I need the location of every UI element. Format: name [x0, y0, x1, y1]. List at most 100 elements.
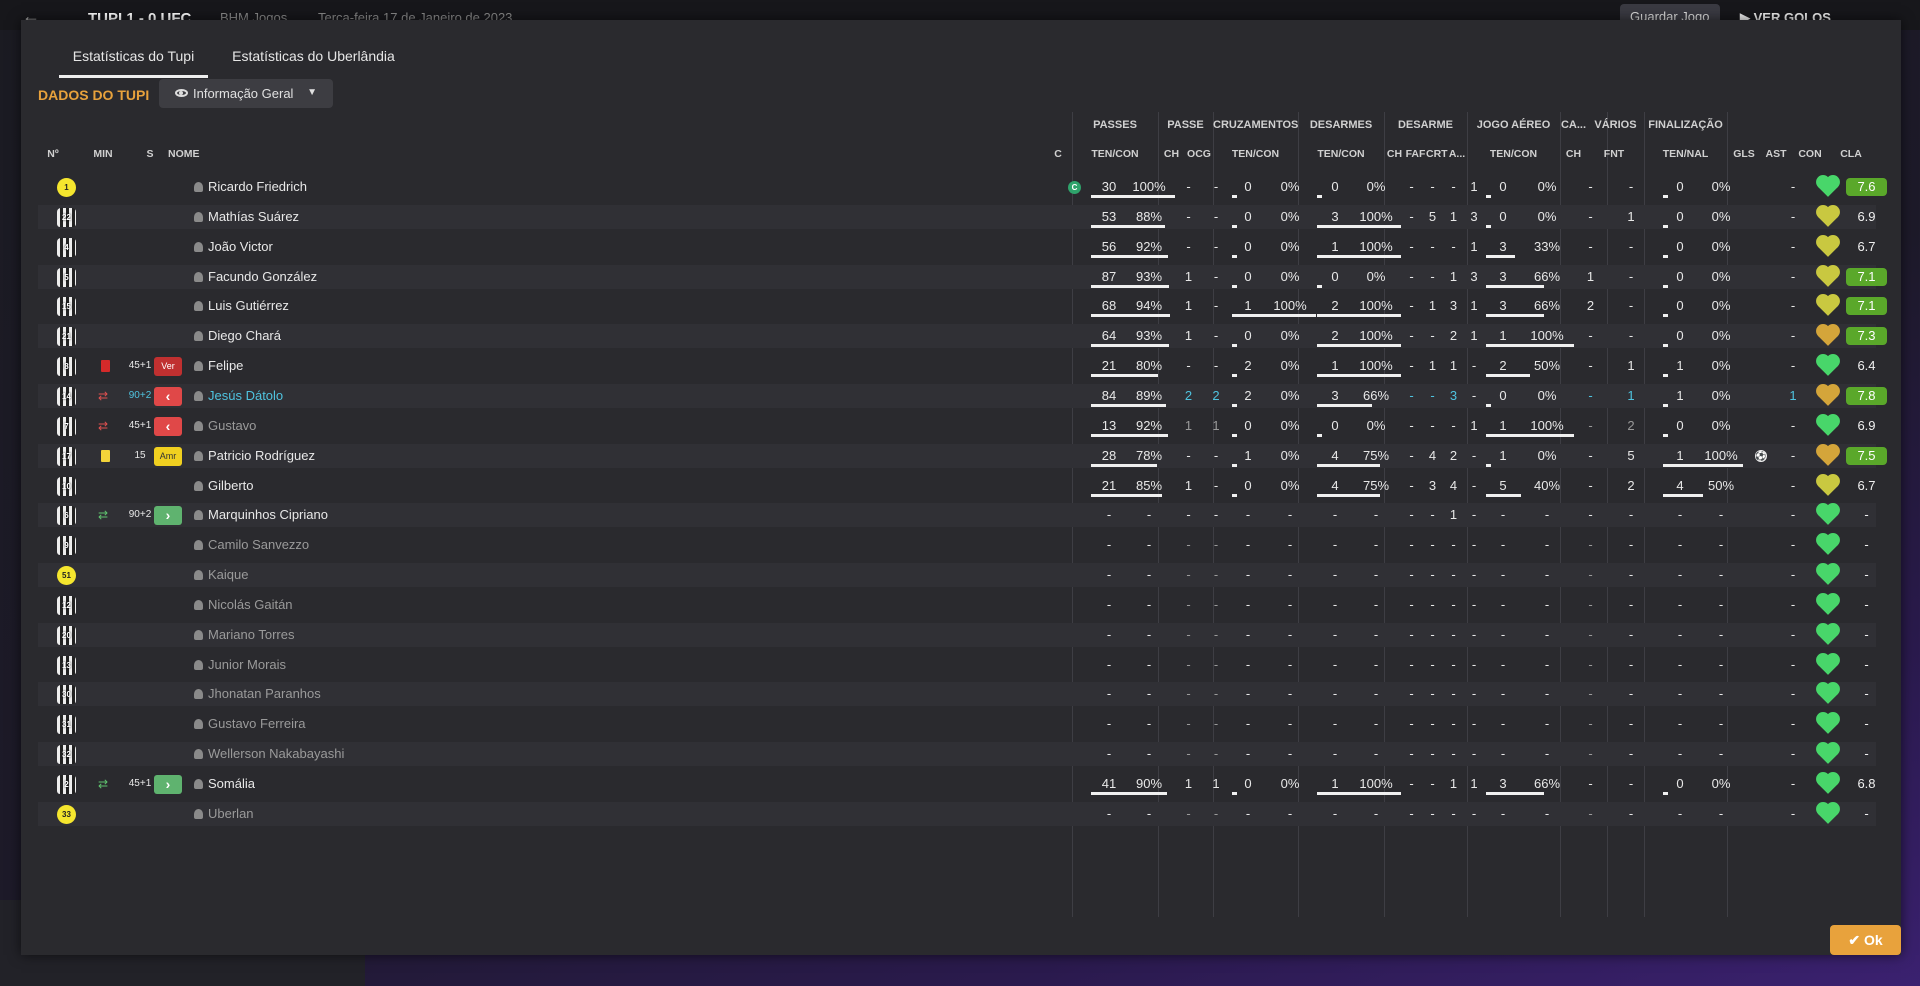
table-row[interactable]: 8 45+1 Ver Felipe 21 80% - -2 0% 1 100% -1 1-2 50% -1 1… [38, 354, 1876, 378]
tackles-attempted: - [1332, 805, 1338, 821]
column-header-min[interactable]: MIN [88, 148, 118, 160]
table-row[interactable]: 12 Nicolás Gaitán - - - - - - - - - - - - - - - - - - - - [38, 593, 1876, 617]
column-header-cruz[interactable]: TEN/CON [1213, 148, 1298, 160]
fnt-value: - [1628, 805, 1634, 821]
key-passes: 1 [1184, 268, 1193, 284]
ok-button[interactable]: ✔ Ok [1830, 925, 1901, 955]
column-header-name[interactable]: NOME [168, 148, 248, 160]
key-passes: - [1186, 507, 1191, 523]
group-header: DESARMES [1309, 119, 1373, 131]
status-badge[interactable]: › [154, 506, 182, 526]
table-row[interactable]: 51 Kaique - - - - - - - - - - - - - - - - - - - - [38, 563, 1876, 588]
clearances: 1 [1470, 328, 1478, 344]
shots: - [1677, 626, 1683, 642]
player-name-link[interactable]: Somália [208, 772, 508, 796]
table-row[interactable]: 14 ⇄ 90+2 ‹ Jesús Dátolo 84 89% 2 2 2 0% 3 66% - -3-0 0… [38, 383, 1887, 408]
column-header-des_a[interactable]: A... [1447, 148, 1467, 160]
column-header-des_crt[interactable]: CRT [1426, 148, 1448, 160]
column-header-aereo[interactable]: TEN/CON [1467, 148, 1560, 160]
key-passes: - [1186, 746, 1191, 762]
column-header-passe_ch[interactable]: CH [1158, 148, 1185, 160]
player-name-link[interactable]: Gilberto [208, 474, 508, 498]
shots-pct: - [1718, 626, 1724, 642]
column-header-desarmes[interactable]: TEN/CON [1298, 148, 1384, 160]
column-header-num[interactable]: Nº [38, 148, 68, 160]
status-badge[interactable]: Ver [154, 357, 182, 377]
column-header-s[interactable]: S [143, 148, 157, 160]
player-name-link[interactable]: Mariano Torres [208, 623, 508, 647]
shirt-number-icon: 21 [57, 327, 76, 347]
column-header-gls[interactable]: GLS [1727, 148, 1761, 160]
player-name-link[interactable]: João Victor [208, 235, 508, 259]
key-passes: 1 [1184, 328, 1193, 344]
column-header-final[interactable]: TEN/NAL [1644, 148, 1727, 160]
column-header-passes[interactable]: TEN/CON [1072, 148, 1158, 160]
table-row[interactable]: 31 Gustavo Ferreira - - - - - - - - - - - - - - - - - - - - [38, 712, 1876, 736]
table-row[interactable]: 33 Uberlan - - - - - - - - - - - - - - - - - - - - [38, 801, 1876, 826]
assists: - [1790, 179, 1796, 194]
player-name-link[interactable]: Kaique [208, 563, 508, 587]
column-header-cla[interactable]: CLA [1829, 148, 1873, 160]
player-name-link[interactable]: Patricio Rodríguez [208, 444, 508, 468]
column-header-fnt[interactable]: FNT [1594, 148, 1634, 160]
column-header-passe_ocg[interactable]: OCG [1185, 148, 1213, 160]
status-badge[interactable]: › [154, 775, 182, 794]
crosses-attempted: - [1245, 626, 1251, 642]
table-row[interactable]: 2 ⇄ 45+1 › Somália 41 90% 1 1 0 0% 1 100% - -1 1 3 66% - -0… [38, 772, 1876, 796]
column-header-ast[interactable]: AST [1761, 148, 1791, 160]
clearances: - [1471, 477, 1477, 493]
fnt-value: - [1628, 537, 1634, 553]
player-name-link[interactable]: Mathías Suárez [208, 205, 508, 229]
table-row[interactable]: 30 Jhonatan Paranhos - - - - - - - - - - - - - - - - - - - - [38, 682, 1876, 707]
view-select-button[interactable]: Informação Geral ▼ [159, 79, 333, 108]
tackles-attempted: - [1332, 567, 1338, 583]
status-badge[interactable]: Amr [154, 446, 182, 466]
status-badge[interactable]: ‹ [154, 386, 182, 406]
player-name-link[interactable]: Junior Morais [208, 653, 508, 677]
column-header-ca_ch[interactable]: CH [1560, 148, 1587, 160]
player-name-link[interactable]: Camilo Sanvezzo [208, 533, 508, 557]
chances-created: - [1213, 328, 1219, 344]
player-name-link[interactable]: Wellerson Nakabayashi [208, 742, 508, 766]
player-name-link[interactable]: Gustavo [208, 414, 508, 438]
player-name-link[interactable]: Marquinhos Cipriano [208, 503, 508, 527]
table-row[interactable]: 22 Mathías Suárez 53 88% - -0 0% 3 100% -5 1 3 0 0% -1… [38, 204, 1876, 229]
table-row[interactable]: 32 Wellerson Nakabayashi - - - - - - - - - - - - - - - - -… [38, 742, 1876, 767]
column-header-des_ch[interactable]: CH [1384, 148, 1405, 160]
table-row[interactable]: 15 Luis Gutiérrez 68 94% 1-1 100% 2 100% -1 3 1 3 66… [38, 294, 1887, 318]
player-name-link[interactable]: Nicolás Gaitán [208, 593, 508, 617]
assists: - [1790, 596, 1796, 612]
table-row[interactable]: 21 Diego Chará 64 93% 1-0 0% 2 100% - -2 1 1 100% - -0… [38, 324, 1887, 349]
table-row[interactable]: 9 Camilo Sanvezzo - - - - - - - - - - - - - - - - - - - - [38, 533, 1876, 557]
player-name-link[interactable]: Jesús Dátolo [208, 384, 508, 408]
player-name-link[interactable]: Ricardo Friedrich [208, 175, 508, 199]
column-header-c[interactable]: C [1051, 148, 1065, 160]
table-row[interactable]: 13 Junior Morais - - - - - - - - - - - - - - - - - - - - [38, 653, 1876, 677]
shirt-number-icon: 20 [57, 625, 76, 645]
column-header-con[interactable]: CON [1791, 148, 1829, 160]
table-row[interactable]: 20 Mariano Torres - - - - - - - - - - - - - - - - - - - - [38, 622, 1876, 647]
player-name-link[interactable]: Facundo González [208, 265, 508, 289]
table-row[interactable]: 5 Facundo González 87 93% 1-0 0% 0 0% - -1 3 3 66% 1-… [38, 264, 1887, 289]
player-name-link[interactable]: Jhonatan Paranhos [208, 682, 508, 706]
table-row[interactable]: 4 João Victor 56 92% - -0 0% 1 100% - - -1 3 33% - -0 0%… [38, 235, 1876, 259]
table-row[interactable]: 1 Ricardo Friedrich C 30 100% - -0 0% 0 0% - - -1 0 0%… [38, 175, 1887, 199]
player-name-link[interactable]: Uberlan [208, 802, 508, 826]
clearances: - [1471, 716, 1477, 732]
table-row[interactable]: 17 15 Amr Patricio Rodríguez 28 78% - -1 0% 4 75% -… [38, 443, 1887, 468]
table-row[interactable]: 6 ⇄ 90+2 › Marquinhos Cipriano - - - - - - - - - -1- - -… [38, 503, 1876, 528]
ratio-bar [1091, 314, 1170, 318]
player-name-link[interactable]: Gustavo Ferreira [208, 712, 508, 736]
player-name-link[interactable]: Felipe [208, 354, 508, 378]
crosses-pct: - [1287, 626, 1293, 642]
fouls: - [1430, 387, 1435, 403]
column-header-des_faf[interactable]: FAF [1405, 148, 1426, 160]
table-row[interactable]: 10 Gilberto 21 85% 1-0 0% 4 75% -3 4-5 40% -2 4 50% -6… [38, 474, 1876, 498]
key-passes: - [1186, 626, 1191, 642]
tab-tupi-stats[interactable]: Estatísticas do Tupi [59, 40, 208, 78]
tab-uberlandia-stats[interactable]: Estatísticas do Uberlândia [226, 40, 401, 78]
table-row[interactable]: 7 ⇄ 45+1 ‹ Gustavo 13 92% 1 1 0 0% 0 0% - - -1 1 100% -2 0 0… [38, 414, 1876, 438]
player-name-link[interactable]: Luis Gutiérrez [208, 294, 508, 318]
status-badge[interactable]: ‹ [154, 416, 182, 436]
player-name-link[interactable]: Diego Chará [208, 324, 508, 348]
